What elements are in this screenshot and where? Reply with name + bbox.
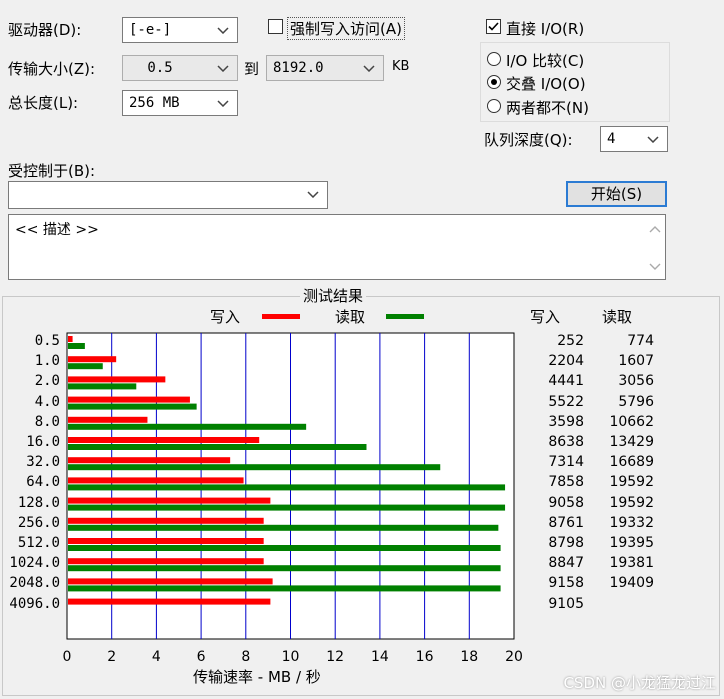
write-value: 8761 xyxy=(548,514,584,531)
read-value: 10662 xyxy=(609,413,654,430)
write-value: 7858 xyxy=(548,474,584,491)
write-bar xyxy=(68,517,264,524)
write-bar xyxy=(68,416,148,423)
row-label: 128.0 xyxy=(17,494,60,511)
read-value: 13429 xyxy=(609,434,654,450)
read-value: 19592 xyxy=(609,494,654,511)
row-label: 64.0 xyxy=(26,474,60,491)
write-bar xyxy=(68,437,260,443)
read-bar xyxy=(68,545,501,551)
write-value: 7314 xyxy=(548,454,584,471)
write-value: 8847 xyxy=(548,555,584,572)
x-tick-label: 16 xyxy=(415,649,434,665)
read-bar xyxy=(68,363,103,370)
x-tick-label: 20 xyxy=(505,649,523,665)
watermark: CSDN @小龙猛龙过江 xyxy=(563,674,716,692)
read-value: 5796 xyxy=(618,393,654,410)
read-value: 19381 xyxy=(609,555,654,572)
write-bar xyxy=(68,457,231,464)
row-label: 8.0 xyxy=(34,413,60,430)
read-bar xyxy=(68,504,506,511)
read-value: 3056 xyxy=(618,373,654,390)
write-value: 8798 xyxy=(548,535,584,551)
write-value: 252 xyxy=(557,333,584,349)
write-value: 2204 xyxy=(548,353,584,370)
row-label: 4096.0 xyxy=(9,595,60,612)
read-value: 16689 xyxy=(609,454,654,471)
x-axis-label: 传输速率 - MB / 秒 xyxy=(193,668,321,686)
write-value: 3598 xyxy=(548,413,584,430)
row-label: 1.0 xyxy=(34,353,60,370)
x-tick-label: 6 xyxy=(196,649,206,665)
write-bar xyxy=(68,477,244,484)
x-tick-label: 0 xyxy=(62,649,72,665)
write-value: 8638 xyxy=(548,434,584,450)
write-bar xyxy=(68,376,166,383)
row-label: 256.0 xyxy=(17,514,60,531)
read-bar xyxy=(68,484,506,491)
read-bar xyxy=(68,343,85,349)
read-value: 19592 xyxy=(609,474,654,491)
x-tick-label: 4 xyxy=(151,649,161,665)
write-value: 4441 xyxy=(548,373,584,390)
read-value: 19395 xyxy=(609,535,654,551)
read-bar xyxy=(68,464,441,471)
transfer-rate-chart xyxy=(66,332,515,640)
write-value: 9158 xyxy=(548,575,584,592)
row-label: 0.5 xyxy=(34,333,60,349)
x-tick-label: 12 xyxy=(326,649,345,665)
write-bar xyxy=(68,497,271,504)
write-bar xyxy=(68,356,117,363)
x-tick-label: 2 xyxy=(107,649,117,665)
row-label: 2048.0 xyxy=(9,575,60,592)
write-value: 9105 xyxy=(548,595,584,612)
x-tick-label: 8 xyxy=(241,649,251,665)
read-bar xyxy=(68,423,307,430)
x-tick-label: 10 xyxy=(281,649,300,665)
write-bar xyxy=(68,558,264,565)
x-tick-label: 14 xyxy=(370,649,389,665)
row-label: 1024.0 xyxy=(9,555,60,572)
write-bar xyxy=(68,538,264,544)
row-label: 32.0 xyxy=(26,454,60,471)
write-value: 9058 xyxy=(548,494,584,511)
write-bar xyxy=(68,396,190,403)
read-value: 19409 xyxy=(609,575,654,592)
read-bar xyxy=(68,585,501,592)
write-bar xyxy=(68,598,271,605)
row-label: 512.0 xyxy=(17,535,60,551)
write-bar xyxy=(68,336,73,342)
x-tick-label: 18 xyxy=(460,649,479,665)
write-value: 5522 xyxy=(548,393,584,410)
read-bar xyxy=(68,524,499,531)
read-bar xyxy=(68,444,367,450)
read-value: 1607 xyxy=(618,353,654,370)
read-bar xyxy=(68,403,197,410)
read-bar xyxy=(68,383,137,390)
read-value: 774 xyxy=(627,333,654,349)
row-label: 16.0 xyxy=(26,434,60,450)
read-bar xyxy=(68,565,501,572)
write-bar xyxy=(68,578,273,585)
row-label: 2.0 xyxy=(34,373,60,390)
row-label: 4.0 xyxy=(34,393,60,410)
read-value: 19332 xyxy=(609,514,654,531)
